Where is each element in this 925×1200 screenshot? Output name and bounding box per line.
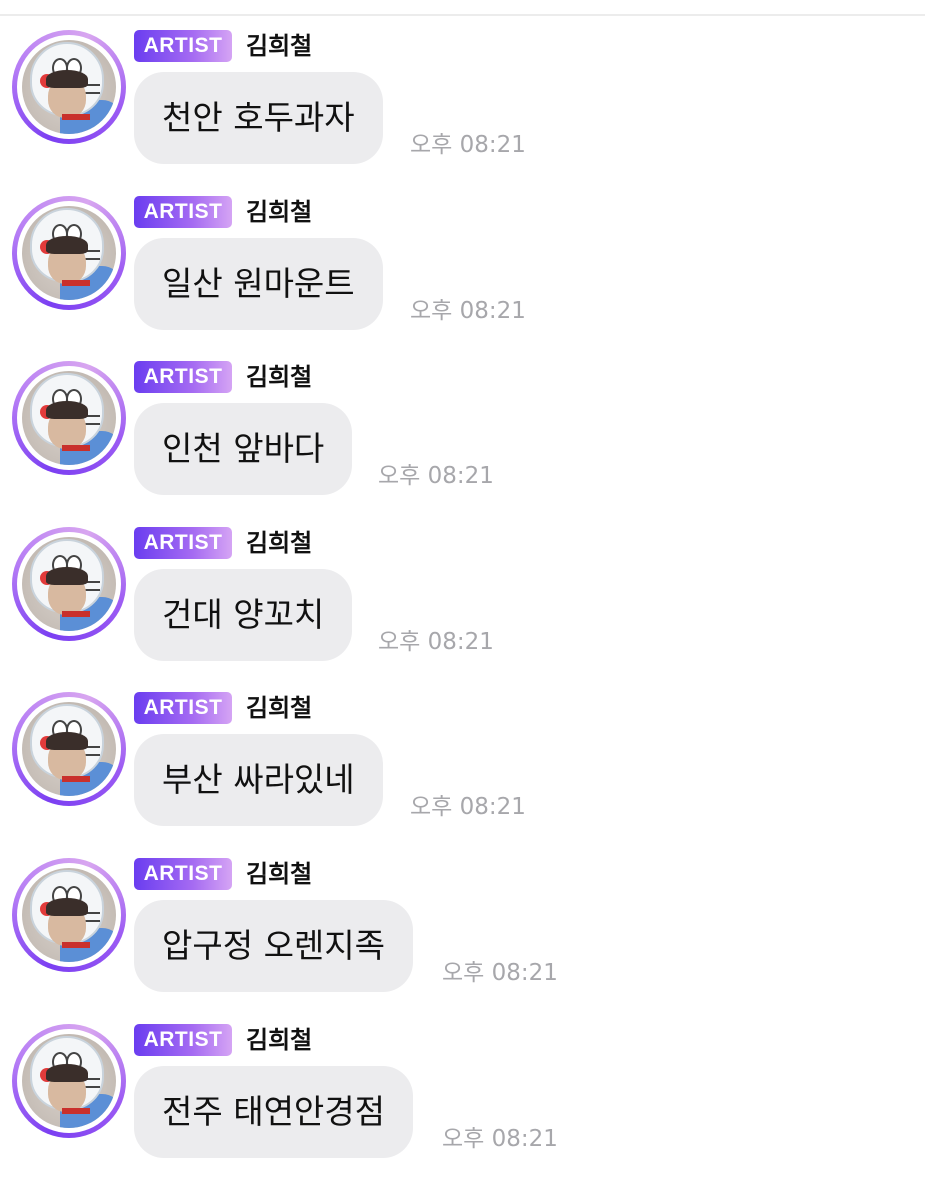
avatar-hair — [46, 732, 88, 750]
avatar-collar — [62, 942, 90, 948]
chat-message: ARTIST 김희철 부산 싸라있네 오후 08:21 — [0, 692, 925, 857]
avatar-hair — [46, 567, 88, 585]
message-timestamp: 오후 08:21 — [410, 298, 526, 324]
message-timestamp: 오후 08:21 — [378, 463, 494, 489]
message-bubble[interactable]: 천안 호두과자 — [134, 72, 383, 164]
artist-badge: ARTIST — [134, 527, 232, 559]
artist-badge: ARTIST — [134, 361, 232, 393]
message-bubble[interactable]: 건대 양꼬치 — [134, 569, 353, 661]
avatar-collar — [62, 776, 90, 782]
artist-avatar[interactable] — [12, 361, 126, 475]
avatar-photo — [22, 702, 116, 796]
avatar-photo — [22, 40, 116, 134]
message-timestamp: 오후 08:21 — [410, 794, 526, 820]
sender-name[interactable]: 김희철 — [246, 1024, 312, 1056]
chat-message: ARTIST 김희철 일산 원마운트 오후 08:21 — [0, 196, 925, 361]
artist-badge: ARTIST — [134, 196, 232, 228]
artist-avatar[interactable] — [12, 30, 126, 144]
avatar-photo — [22, 206, 116, 300]
message-timestamp: 오후 08:21 — [410, 132, 526, 158]
sender-name[interactable]: 김희철 — [246, 30, 312, 62]
avatar-collar — [62, 445, 90, 451]
avatar-photo — [22, 868, 116, 962]
avatar-photo — [22, 537, 116, 631]
artist-avatar[interactable] — [12, 527, 126, 641]
artist-badge: ARTIST — [134, 30, 232, 62]
chat-message: ARTIST 김희철 인천 앞바다 오후 08:21 — [0, 361, 925, 526]
message-bubble[interactable]: 압구정 오렌지족 — [134, 900, 414, 992]
sender-name[interactable]: 김희철 — [246, 527, 312, 559]
message-bubble[interactable]: 일산 원마운트 — [134, 238, 383, 330]
avatar-collar — [62, 280, 90, 286]
message-timestamp: 오후 08:21 — [442, 1126, 558, 1152]
artist-avatar[interactable] — [12, 1024, 126, 1138]
chat-message: ARTIST 김희철 전주 태연안경점 오후 08:21 — [0, 1024, 925, 1189]
sender-name[interactable]: 김희철 — [246, 196, 312, 228]
artist-avatar[interactable] — [12, 858, 126, 972]
avatar-photo — [22, 1034, 116, 1128]
avatar-collar — [62, 114, 90, 120]
avatar-collar — [62, 1108, 90, 1114]
avatar-hair — [46, 401, 88, 419]
avatar-hair — [46, 898, 88, 916]
message-bubble[interactable]: 부산 싸라있네 — [134, 734, 383, 826]
chat-message: ARTIST 김희철 건대 양꼬치 오후 08:21 — [0, 527, 925, 692]
avatar-collar — [62, 611, 90, 617]
message-bubble[interactable]: 인천 앞바다 — [134, 403, 353, 495]
avatar-hair — [46, 70, 88, 88]
chat-message: ARTIST 김희철 압구정 오렌지족 오후 08:21 — [0, 858, 925, 1023]
top-divider — [0, 14, 925, 16]
artist-avatar[interactable] — [12, 196, 126, 310]
message-timestamp: 오후 08:21 — [442, 960, 558, 986]
chat-message: ARTIST 김희철 천안 호두과자 오후 08:21 — [0, 30, 925, 195]
artist-avatar[interactable] — [12, 692, 126, 806]
message-timestamp: 오후 08:21 — [378, 629, 494, 655]
artist-badge: ARTIST — [134, 858, 232, 890]
sender-name[interactable]: 김희철 — [246, 692, 312, 724]
avatar-photo — [22, 371, 116, 465]
avatar-hair — [46, 236, 88, 254]
message-bubble[interactable]: 전주 태연안경점 — [134, 1066, 414, 1158]
sender-name[interactable]: 김희철 — [246, 858, 312, 890]
sender-name[interactable]: 김희철 — [246, 361, 312, 393]
avatar-hair — [46, 1064, 88, 1082]
artist-badge: ARTIST — [134, 1024, 232, 1056]
artist-badge: ARTIST — [134, 692, 232, 724]
